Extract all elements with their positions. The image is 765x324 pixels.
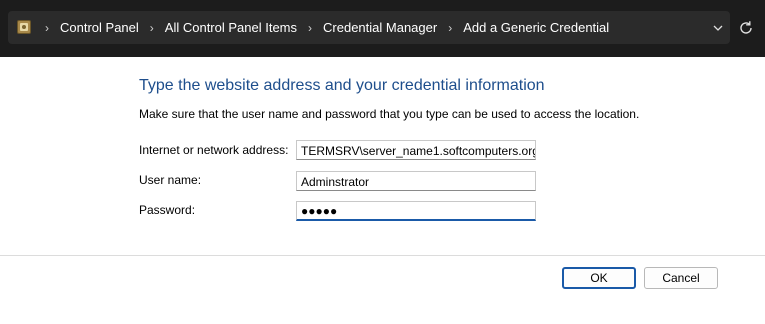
chevron-down-icon[interactable] <box>708 19 728 37</box>
username-input[interactable]: Adminstrator <box>296 171 536 191</box>
breadcrumb: › Control Panel › All Control Panel Item… <box>38 11 609 44</box>
chevron-right-icon: › <box>45 20 49 35</box>
address-bar: › Control Panel › All Control Panel Item… <box>0 0 765 57</box>
instruction-text: Make sure that the user name and passwor… <box>139 107 640 121</box>
refresh-icon[interactable] <box>737 19 755 37</box>
address-label: Internet or network address: <box>139 143 289 157</box>
chevron-right-icon[interactable]: › <box>445 21 455 35</box>
address-field[interactable]: › Control Panel › All Control Panel Item… <box>8 11 730 44</box>
username-label: User name: <box>139 173 202 187</box>
ok-button[interactable]: OK <box>562 267 636 289</box>
password-mask: ●●●●● <box>301 204 338 218</box>
password-label: Password: <box>139 203 196 217</box>
breadcrumb-credential-manager[interactable]: Credential Manager <box>323 20 437 35</box>
password-input[interactable]: ●●●●● <box>296 201 536 221</box>
breadcrumb-all-control-panel-items[interactable]: All Control Panel Items <box>165 20 297 35</box>
network-address-input[interactable]: TERMSRV\server_name1.softcomputers.org <box>296 140 536 160</box>
divider <box>0 255 765 256</box>
network-address-value: TERMSRV\server_name1.softcomputers.org <box>301 144 536 158</box>
breadcrumb-control-panel[interactable]: Control Panel <box>60 20 139 35</box>
chevron-right-icon[interactable]: › <box>305 21 315 35</box>
control-panel-icon <box>17 20 31 34</box>
page-title: Type the website address and your creden… <box>139 77 545 94</box>
chevron-right-icon[interactable]: › <box>147 21 157 35</box>
cancel-button[interactable]: Cancel <box>644 267 718 289</box>
username-value: Adminstrator <box>301 175 370 189</box>
breadcrumb-add-generic-credential[interactable]: Add a Generic Credential <box>463 20 609 35</box>
